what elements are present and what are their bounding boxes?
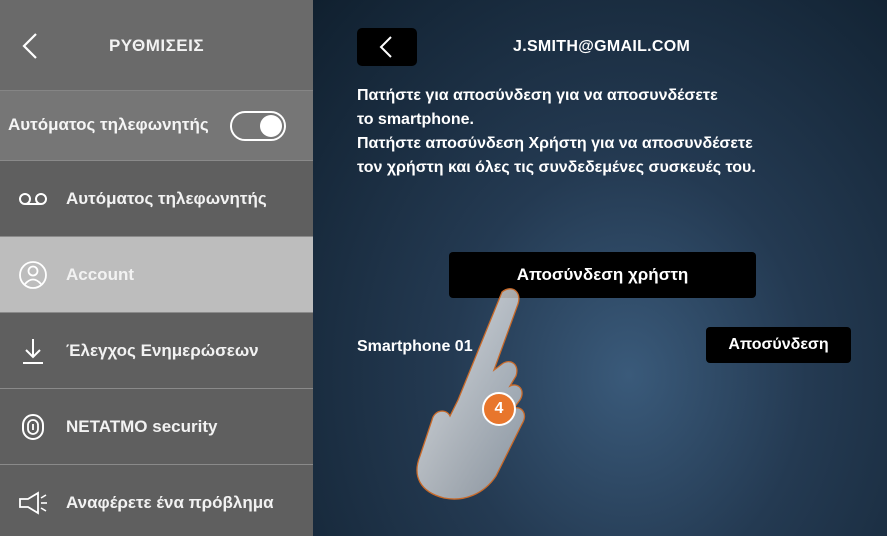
sidebar-title: ΡΥΘΜΙΣΕΙΣ [108, 36, 205, 55]
answering-machine-toggle-row: Αυτόματος τηλεφωνητής [0, 90, 313, 160]
instruction-line: τον χρήστη και όλες τις συνδεδεμένες συσ… [357, 159, 756, 176]
sidebar-item-answering-machine[interactable]: Αυτόματος τηλεφωνητής [0, 160, 313, 236]
account-email: J.SMITH@GMAIL.COM [513, 38, 691, 55]
step-badge: 4 [482, 392, 516, 426]
sidebar-header: ΡΥΘΜΙΣΕΙΣ [0, 0, 313, 90]
pointing-hand-icon [416, 288, 526, 500]
switch-knob [260, 115, 282, 137]
sidebar-item-updates[interactable]: Έλεγχος Ενημερώσεων [0, 312, 313, 388]
download-icon [16, 335, 50, 367]
megaphone-icon [16, 487, 50, 519]
sidebar-item-label: NETATMO security [66, 417, 218, 436]
answering-machine-switch[interactable] [230, 111, 286, 141]
account-panel: J.SMITH@GMAIL.COM Πατήστε για αποσύνδεση… [313, 0, 887, 536]
toggle-label: Αυτόματος τηλεφωνητής [8, 115, 209, 134]
sidebar-item-report-problem[interactable]: Αναφέρετε ένα πρόβλημα [0, 464, 313, 536]
sidebar-item-label: Account [66, 265, 134, 284]
sidebar-item-label: Αναφέρετε ένα πρόβλημα [66, 493, 274, 512]
instruction-line: Πατήστε για αποσύνδεση για να αποσυνδέσε… [357, 87, 718, 104]
sidebar-item-label: Έλεγχος Ενημερώσεων [66, 341, 259, 360]
voicemail-icon [16, 183, 50, 215]
instruction-line: Πατήστε αποσύνδεση Χρήστη για να αποσυνδ… [357, 135, 753, 152]
back-chevron-icon [379, 36, 392, 58]
fingerprint-icon [16, 411, 50, 443]
sidebar-item-netatmo-security[interactable]: NETATMO security [0, 388, 313, 464]
settings-sidebar: ΡΥΘΜΙΣΕΙΣ Αυτόματος τηλεφωνητής Αυτόματο… [0, 0, 313, 536]
sidebar-item-label: Αυτόματος τηλεφωνητής [66, 189, 267, 208]
back-button[interactable] [357, 28, 417, 66]
sidebar-item-account[interactable]: Account [0, 236, 313, 312]
user-icon [16, 259, 50, 291]
instructions-text: Πατήστε για αποσύνδεση για να αποσυνδέσε… [357, 84, 857, 180]
instruction-line: το smartphone. [357, 111, 474, 128]
disconnect-device-button[interactable]: Αποσύνδεση [706, 327, 851, 363]
